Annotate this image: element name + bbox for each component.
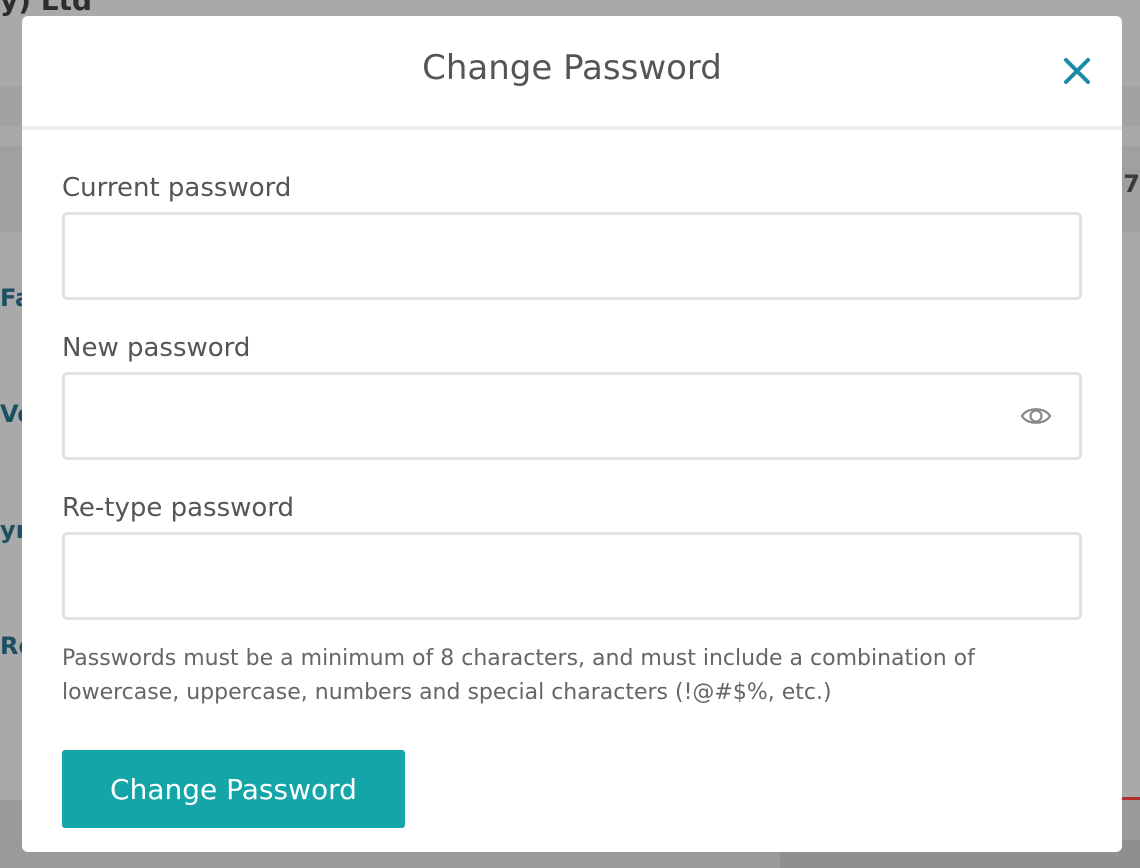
current-password-container [62, 212, 1082, 300]
dialog-header: Change Password [22, 16, 1122, 130]
new-password-input[interactable] [65, 375, 1079, 457]
change-password-button[interactable]: Change Password [62, 750, 405, 828]
new-password-container [62, 372, 1082, 460]
change-password-dialog: Change Password Current password New pas… [22, 16, 1122, 852]
eye-icon[interactable] [1019, 399, 1053, 433]
retype-password-container [62, 532, 1082, 620]
new-password-label: New password [62, 333, 251, 363]
current-password-input[interactable] [65, 215, 1079, 297]
dialog-title: Change Password [422, 48, 722, 88]
current-password-label: Current password [62, 173, 292, 203]
background-accent-line [1122, 797, 1140, 800]
dialog-body: Current password New password Re-type pa… [22, 130, 1122, 828]
hint-line: Passwords must be a minimum of 8 charact… [62, 646, 975, 671]
password-requirements-hint: Passwords must be a minimum of 8 charact… [62, 642, 1062, 710]
close-icon[interactable] [1060, 54, 1094, 88]
retype-password-input[interactable] [65, 535, 1079, 617]
hint-line: lowercase, uppercase, numbers and specia… [62, 680, 832, 705]
retype-password-label: Re-type password [62, 493, 295, 523]
background-company-title: y) Ltd [0, 0, 93, 17]
